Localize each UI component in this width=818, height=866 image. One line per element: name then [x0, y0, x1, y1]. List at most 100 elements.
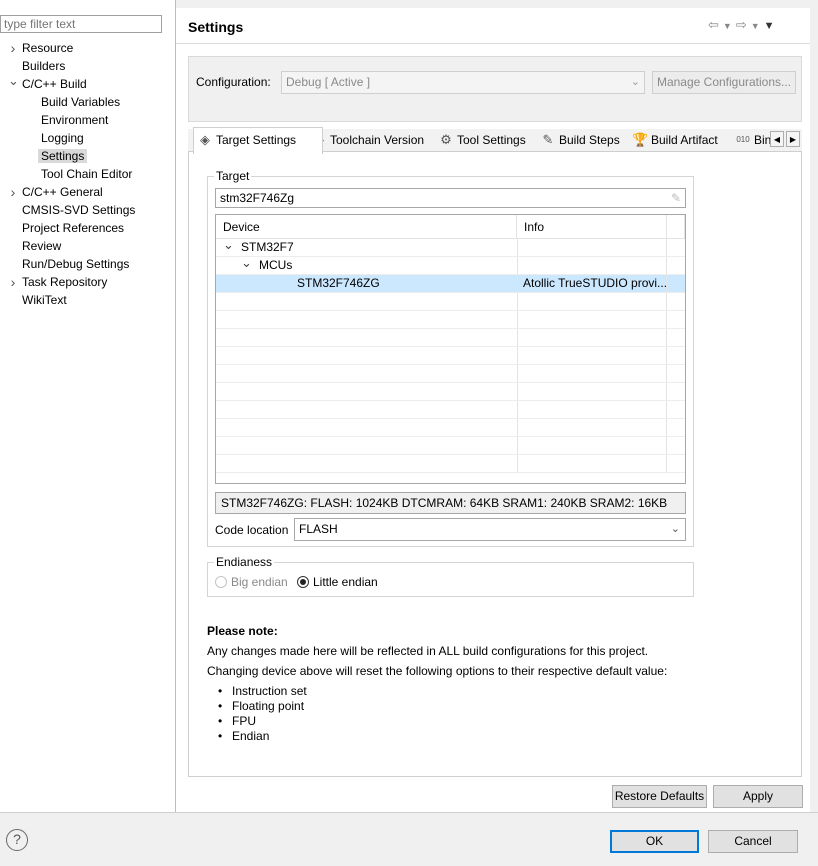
note-bullet-item: Instruction set: [232, 684, 307, 698]
info-cell: [517, 293, 667, 310]
info-cell: [517, 347, 667, 364]
manage-configurations-button[interactable]: Manage Configurations...: [652, 71, 796, 94]
device-cell: [216, 437, 518, 454]
tree-item-label: Run/Debug Settings: [22, 257, 130, 271]
target-search-value: stm32F746Zg: [220, 191, 295, 205]
device-cell: [216, 293, 518, 310]
device-info-text: STM32F746ZG: FLASH: 1024KB DTCMRAM: 64KB…: [215, 492, 686, 514]
radio-selected-dot: [300, 579, 306, 585]
tree-item-run-debug-settings[interactable]: Run/Debug Settings: [22, 255, 129, 273]
table-row[interactable]: STM32F746ZG Atollic TrueSTUDIO provi...: [216, 275, 685, 293]
big-endian-radio[interactable]: [215, 576, 227, 588]
device-cell: [216, 383, 518, 400]
device-cell: ⌄ STM32F7: [216, 236, 518, 256]
tree-item-label: C/C++ General: [22, 185, 103, 199]
big-endian-label: Big endian: [231, 575, 288, 589]
tree-item-settings[interactable]: Settings: [38, 147, 88, 165]
tab-build-artifact[interactable]: 🏆 Build Artifact: [629, 128, 718, 152]
configuration-label: Configuration:: [196, 75, 271, 89]
target-search-input[interactable]: stm32F746Zg ✎: [215, 188, 686, 208]
column-header-filler: [667, 215, 685, 239]
apply-button[interactable]: Apply: [713, 785, 803, 808]
table-row[interactable]: ⌄ STM32F7: [216, 236, 685, 257]
tree-item-logging[interactable]: Logging: [41, 129, 84, 147]
info-cell: [517, 365, 667, 382]
tree-item-label: Builders: [22, 59, 66, 73]
tab-tool-settings[interactable]: ⚙ Tool Settings: [435, 128, 526, 152]
edit-icon[interactable]: ✎: [671, 189, 681, 207]
back-arrow-icon[interactable]: ⇦: [708, 17, 723, 32]
column-header-device[interactable]: Device: [216, 215, 517, 239]
tab-scroll-right-button[interactable]: ▶: [786, 131, 800, 147]
tree-item-task-repository[interactable]: › Task Repository: [11, 273, 108, 291]
header-divider: [176, 43, 810, 44]
device-cell: [216, 365, 518, 382]
tree-item-resource[interactable]: › Resource: [11, 39, 74, 57]
tree-item-tool-chain-editor[interactable]: Tool Chain Editor: [41, 165, 132, 183]
device-cell: STM32F746ZG: [216, 275, 518, 292]
tree-item-environment[interactable]: Environment: [41, 111, 108, 129]
cancel-button[interactable]: Cancel: [708, 830, 798, 853]
table-row-empty: [216, 401, 685, 419]
tree-item-builders[interactable]: Builders: [22, 57, 65, 75]
configuration-select[interactable]: Debug [ Active ] ⌄: [281, 71, 645, 94]
forward-arrow-icon[interactable]: ⇨: [736, 17, 751, 32]
tree-item-c-c-general[interactable]: › C/C++ General: [11, 183, 103, 201]
help-icon[interactable]: ?: [6, 829, 28, 851]
tree-item-project-references[interactable]: Project References: [22, 219, 124, 237]
note-line-1: Any changes made here will be reflected …: [207, 644, 649, 658]
tab-binary[interactable]: 010 Bin: [732, 128, 794, 152]
code-location-select[interactable]: FLASH ⌄: [294, 518, 686, 541]
ok-button[interactable]: OK: [610, 830, 699, 853]
info-cell: [517, 419, 667, 436]
tree-item-label: Environment: [41, 113, 109, 127]
tree-item-build-variables[interactable]: Build Variables: [41, 93, 120, 111]
note-heading: Please note:: [207, 624, 278, 638]
footer-divider: [0, 812, 818, 813]
chevron-down-icon[interactable]: ⌄: [8, 72, 19, 90]
forward-dropdown-icon[interactable]: ▼: [751, 21, 764, 31]
table-row[interactable]: ⌄ MCUs: [216, 254, 685, 275]
tree-item-review[interactable]: Review: [22, 237, 61, 255]
tree-item-c-c-build[interactable]: ⌄ C/C++ Build: [8, 73, 87, 93]
device-cell: [216, 419, 518, 436]
restore-defaults-button[interactable]: Restore Defaults: [612, 785, 707, 808]
tab-toolchain-version[interactable]: ◈ Toolchain Version: [308, 128, 424, 152]
tool-settings-icon: ⚙: [440, 132, 452, 147]
chevron-right-icon[interactable]: ›: [8, 273, 18, 291]
info-cell: [517, 401, 667, 418]
tree-item-label: Settings: [38, 149, 88, 163]
chevron-down-icon[interactable]: ⌄: [241, 254, 252, 271]
navigation-arrows: ⇦▼⇨▼▼: [708, 17, 779, 33]
table-row-empty: [216, 437, 685, 455]
tab-label: Build Steps: [559, 133, 620, 147]
tab-target-settings[interactable]: ◈ Target Settings: [193, 127, 323, 154]
little-endian-radio[interactable]: [297, 576, 309, 588]
bullet-marker: •: [218, 714, 223, 728]
table-row-empty: [216, 365, 685, 383]
tab-scroll-left-button[interactable]: ◀: [770, 131, 784, 147]
tree-item-cmsis-svd-settings[interactable]: CMSIS-SVD Settings: [22, 201, 135, 219]
tree-item-wikitext[interactable]: WikiText: [22, 291, 67, 309]
note-bullet-item: Floating point: [232, 699, 305, 713]
tree-item-label: WikiText: [22, 293, 67, 307]
bullet-marker: •: [218, 699, 223, 713]
bullet-marker: •: [218, 729, 223, 743]
info-cell: Atollic TrueSTUDIO provi...: [517, 275, 667, 292]
tab-build-steps[interactable]: ✎ Build Steps: [537, 128, 620, 152]
chevron-down-icon[interactable]: ⌄: [223, 236, 234, 253]
chevron-right-icon[interactable]: ›: [8, 183, 18, 201]
table-row-empty: [216, 383, 685, 401]
device-cell: [216, 401, 518, 418]
device-cell: [216, 347, 518, 364]
tab-label: Build Artifact: [651, 133, 718, 147]
chevron-right-icon[interactable]: ›: [8, 39, 18, 57]
column-header-info[interactable]: Info: [517, 215, 667, 239]
filter-input[interactable]: [0, 15, 162, 33]
build-artifact-icon: 🏆: [632, 132, 649, 147]
info-cell: [517, 383, 667, 400]
view-menu-icon[interactable]: ▼: [764, 20, 779, 32]
back-dropdown-icon[interactable]: ▼: [723, 21, 736, 31]
note-bullet-item: FPU: [232, 714, 256, 728]
chevron-down-icon: ⌄: [630, 76, 640, 88]
